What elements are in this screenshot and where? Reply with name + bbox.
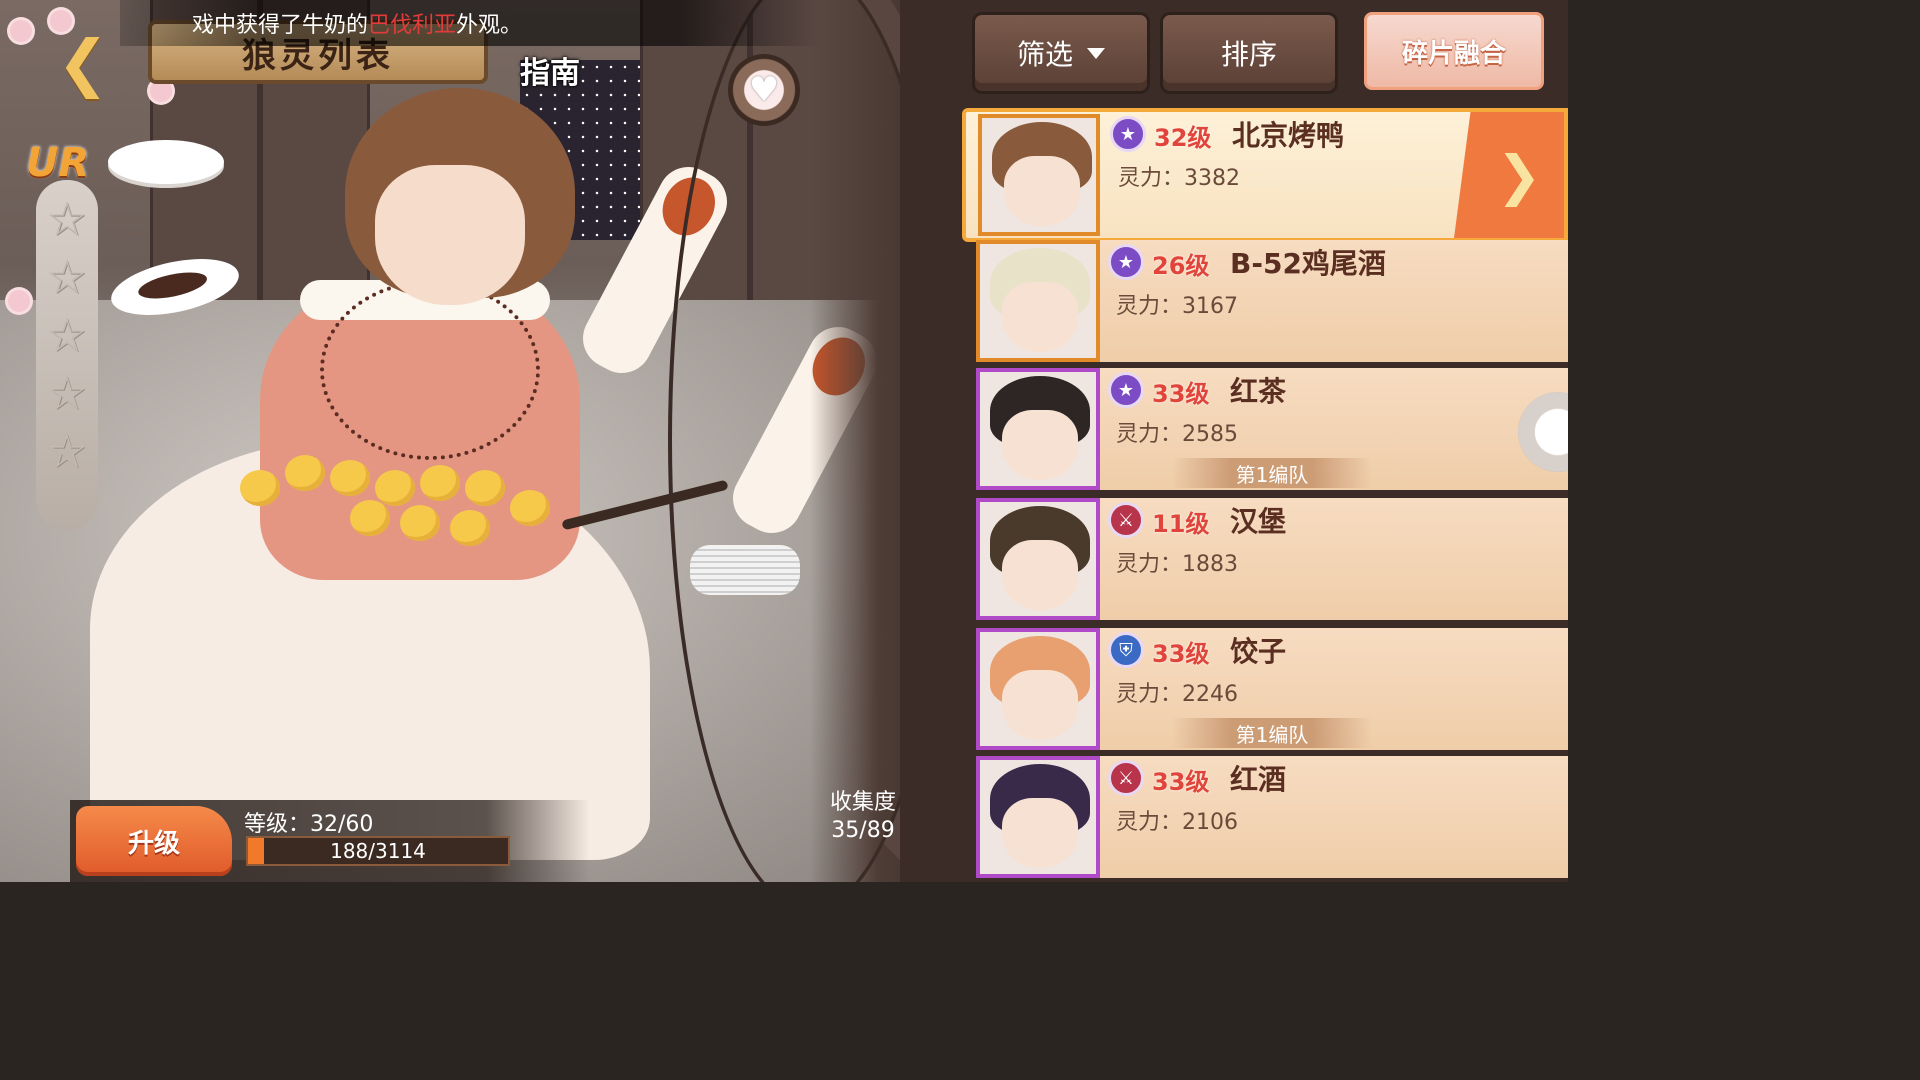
exp-text: 188/3114 (330, 839, 426, 863)
character-level: 26级 (1152, 252, 1210, 280)
bead-necklace (320, 280, 540, 460)
character-portrait (978, 114, 1100, 236)
caret-down-icon (1087, 47, 1105, 59)
rubber-duck (465, 470, 505, 506)
filter-label: 筛选 (1016, 38, 1073, 71)
character-portrait (976, 498, 1100, 620)
character-row[interactable]: ★ 33级 红茶灵力：2585 第1编队 (976, 368, 1568, 490)
team-badge: 第1编队 (1172, 458, 1372, 488)
character-name: 北京烤鸭 (1232, 119, 1345, 152)
character-row[interactable]: ⚔ 11级 汉堡灵力：1883 (976, 498, 1568, 620)
rubber-duck (400, 505, 440, 541)
character-row[interactable]: ⛨ 33级 饺子灵力：2246 第1编队 (976, 628, 1568, 750)
favorite-button[interactable]: ♥ (728, 54, 800, 126)
rubber-duck (450, 510, 490, 546)
character-power: 灵力：1883 (1116, 552, 1238, 577)
star-rating: ☆ ☆ ☆ ☆ ☆ (36, 180, 98, 530)
ticker-highlight: 巴伐利亚 (368, 13, 457, 38)
rubber-duck (420, 465, 460, 501)
portrait-face (1002, 798, 1078, 868)
character-level: 33级 (1152, 640, 1210, 668)
rubber-duck (510, 490, 550, 526)
rubber-duck (330, 460, 370, 496)
character-power: 灵力：2246 (1116, 682, 1238, 707)
blossom (8, 290, 30, 312)
next-tab[interactable]: ❯ (1454, 112, 1564, 238)
ticker-prefix: 戏中获得了牛奶的 (192, 13, 369, 38)
star-badge-icon: ★ (1108, 372, 1144, 408)
blossom (10, 20, 32, 42)
character-level: 32级 (1154, 124, 1212, 152)
heart-icon: ♥ (748, 70, 780, 110)
fragment-fusion-label: 碎片融合 (1401, 38, 1506, 69)
portrait-face (1004, 156, 1080, 226)
upgrade-button[interactable]: 升级 (76, 806, 232, 876)
character-power: 灵力：3382 (1118, 166, 1240, 191)
character-portrait (976, 368, 1100, 490)
rubber-duck (375, 470, 415, 506)
ticker-suffix: 外观。 (456, 13, 523, 38)
rarity-badge: UR (26, 140, 90, 186)
rubber-duck (285, 455, 325, 491)
character-portrait (976, 240, 1100, 362)
level-text: 等级：32/60 (244, 812, 374, 837)
character-portrait (976, 756, 1100, 878)
character-level: 33级 (1152, 768, 1210, 796)
character-power: 灵力：2106 (1116, 810, 1238, 835)
character-name: B-52鸡尾酒 (1230, 247, 1386, 280)
chevron-right-icon: ❯ (1496, 143, 1542, 207)
news-ticker: 戏中获得了牛奶的 巴伐利亚 外观。 (120, 0, 820, 46)
sword-badge-icon: ⚔ (1108, 760, 1144, 796)
star-icon: ☆ (46, 424, 88, 478)
rubber-duck (350, 500, 390, 536)
shield-badge-icon: ⛨ (1108, 632, 1144, 668)
sort-button[interactable]: 排序 (1160, 12, 1338, 94)
character-name: 红酒 (1230, 763, 1287, 796)
character-name: 汉堡 (1230, 505, 1287, 538)
character-row[interactable]: ❯ ★ 32级 北京烤鸭灵力：3382 (962, 108, 1568, 242)
star-badge-icon: ★ (1110, 116, 1146, 152)
portrait-face (1002, 410, 1078, 480)
filter-button[interactable]: 筛选 (972, 12, 1150, 94)
sort-label: 排序 (1220, 38, 1277, 71)
portrait-face (1002, 670, 1078, 740)
character-power: 灵力：3167 (1116, 294, 1238, 319)
character-level: 33级 (1152, 380, 1210, 408)
back-arrow-icon: ❮ (57, 25, 109, 99)
upgrade-label: 升级 (127, 828, 180, 859)
portrait-face (1002, 540, 1078, 610)
rice-bowl-icon (108, 140, 224, 184)
character-face (375, 165, 525, 305)
rubber-duck (240, 470, 280, 506)
character-name: 红茶 (1230, 375, 1287, 408)
star-icon: ☆ (46, 250, 88, 304)
character-level: 11级 (1152, 510, 1210, 538)
star-badge-icon: ★ (1108, 244, 1144, 280)
star-icon: ☆ (46, 308, 88, 362)
team-badge: 第1编队 (1172, 718, 1372, 748)
star-icon: ☆ (46, 366, 88, 420)
guide-button[interactable]: 指南 (520, 48, 580, 92)
exp-bar: 188/3114 (246, 836, 510, 866)
character-portrait (976, 628, 1100, 750)
character-row[interactable]: ★ 26级 B-52鸡尾酒灵力：3167 (976, 240, 1568, 362)
character-name: 饺子 (1230, 635, 1287, 668)
character-power: 灵力：2585 (1116, 422, 1238, 447)
star-icon: ☆ (46, 192, 88, 246)
back-button[interactable]: ❮ (38, 26, 128, 99)
game-screen: { "ticker": { "prefix": "戏中获得了牛奶的", "hig… (0, 0, 1568, 882)
character-row[interactable]: ⚔ 33级 红酒灵力：2106 (976, 756, 1568, 878)
sword-badge-icon: ⚔ (1108, 502, 1144, 538)
portrait-face (1002, 282, 1078, 352)
fragment-fusion-button[interactable]: 碎片融合 (1364, 12, 1544, 90)
